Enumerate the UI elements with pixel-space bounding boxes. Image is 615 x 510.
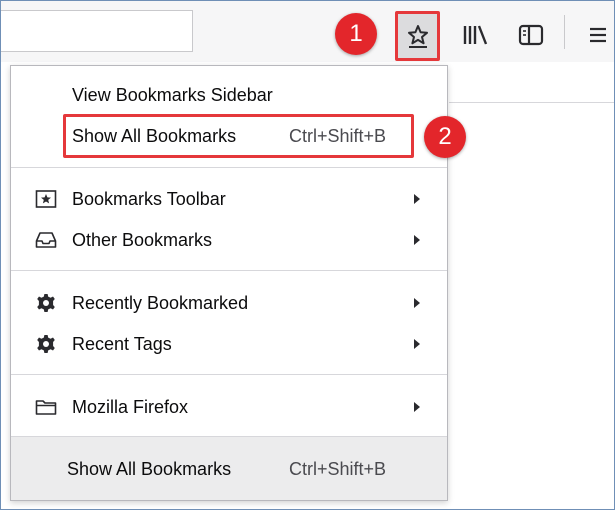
menu-item-label: Recently Bookmarked bbox=[72, 292, 249, 313]
submenu-arrow-icon bbox=[414, 402, 420, 412]
open-menu-button[interactable] bbox=[579, 15, 614, 55]
step-1-badge: 1 bbox=[335, 13, 377, 55]
step-2-badge: 2 bbox=[424, 116, 466, 158]
menu-separator bbox=[11, 270, 447, 271]
tray-icon bbox=[35, 232, 57, 248]
url-bar[interactable] bbox=[1, 10, 193, 52]
menu-item-recent-tags[interactable]: Recent Tags bbox=[11, 325, 447, 363]
star-in-box-icon bbox=[35, 190, 57, 208]
menu-item-label: View Bookmarks Sidebar bbox=[72, 84, 273, 105]
footer-shortcut: Ctrl+Shift+B bbox=[289, 459, 387, 479]
show-all-highlight-box bbox=[63, 114, 414, 158]
navigation-toolbar bbox=[1, 1, 614, 62]
sidebar-button[interactable] bbox=[511, 15, 551, 55]
menu-item-label: Mozilla Firefox bbox=[72, 396, 189, 417]
submenu-arrow-icon bbox=[414, 194, 420, 204]
menu-item-label: Recent Tags bbox=[72, 333, 172, 354]
show-all-bookmarks-footer-button[interactable]: Show All Bookmarks Ctrl+Shift+B bbox=[11, 436, 447, 500]
gear-icon bbox=[37, 335, 55, 353]
hamburger-icon bbox=[589, 27, 606, 43]
footer-label: Show All Bookmarks bbox=[67, 459, 232, 479]
bookmarks-menu-popup: View Bookmarks Sidebar Show All Bookmark… bbox=[10, 65, 448, 501]
sidebar-icon bbox=[518, 24, 544, 46]
library-icon bbox=[463, 25, 488, 45]
menu-item-mozilla-firefox[interactable]: Mozilla Firefox bbox=[11, 388, 447, 426]
menu-item-other-bookmarks[interactable]: Other Bookmarks bbox=[11, 221, 447, 259]
menu-item-label: Other Bookmarks bbox=[72, 229, 213, 250]
bookmarks-menu-button[interactable] bbox=[395, 11, 440, 61]
menu-item-recently-bookmarked[interactable]: Recently Bookmarked bbox=[11, 284, 447, 322]
folder-icon bbox=[35, 400, 57, 415]
toolbar-bottom-border bbox=[449, 102, 614, 103]
menu-item-label: Bookmarks Toolbar bbox=[72, 188, 226, 209]
menu-item-view-bookmarks-sidebar[interactable]: View Bookmarks Sidebar bbox=[11, 76, 447, 114]
submenu-arrow-icon bbox=[414, 298, 420, 308]
menu-separator bbox=[11, 167, 447, 168]
toolbar-separator bbox=[564, 15, 565, 49]
menu-separator bbox=[11, 374, 447, 375]
menu-item-bookmarks-toolbar[interactable]: Bookmarks Toolbar bbox=[11, 180, 447, 218]
submenu-arrow-icon bbox=[414, 235, 420, 245]
gear-icon bbox=[37, 294, 55, 312]
library-button[interactable] bbox=[455, 15, 495, 55]
star-icon bbox=[407, 25, 428, 48]
submenu-arrow-icon bbox=[414, 339, 420, 349]
browser-window: 1 View Bookmarks Sidebar Show All Bookma… bbox=[0, 0, 615, 510]
